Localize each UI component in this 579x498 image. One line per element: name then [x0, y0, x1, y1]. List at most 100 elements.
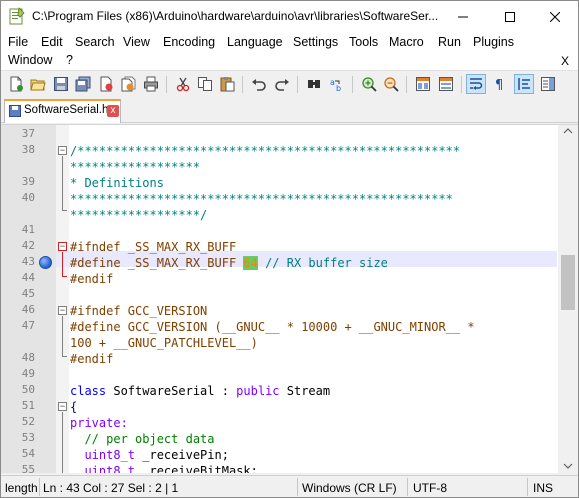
menu-help[interactable]: ?	[66, 53, 73, 67]
line-number: 38	[21, 143, 35, 156]
menu-window[interactable]: Window	[8, 53, 52, 67]
maximize-button[interactable]	[487, 1, 533, 32]
menu-language[interactable]: Language	[227, 35, 283, 49]
save-icon	[54, 77, 68, 91]
sync-horizontal-icon	[439, 77, 453, 91]
fold-toggle[interactable]: −	[58, 306, 67, 315]
scroll-up-arrow-icon[interactable]	[563, 128, 573, 134]
code-editor[interactable]: 37 38 39 40 41 42 43 44 45 46 47 48 49 5…	[1, 124, 578, 473]
sync-vertical-button[interactable]	[413, 74, 433, 94]
find-button[interactable]	[304, 74, 324, 94]
line-number: 45	[21, 287, 35, 300]
zoom-in-button[interactable]	[359, 74, 379, 94]
menu-plugins[interactable]: Plugins	[473, 35, 514, 49]
save-button[interactable]	[51, 74, 71, 94]
replace-button[interactable]: ab	[327, 74, 347, 94]
document-map-button[interactable]	[538, 74, 558, 94]
status-length: length	[5, 481, 38, 495]
line-number: 48	[21, 351, 35, 364]
new-file-icon	[10, 76, 23, 92]
notepadpp-app-icon	[9, 7, 25, 25]
close-file-button[interactable]	[96, 74, 116, 94]
status-encoding[interactable]: UTF-8	[413, 481, 447, 495]
close-icon	[550, 11, 560, 22]
paste-icon	[220, 77, 235, 92]
show-all-chars-icon: ¶	[495, 78, 503, 92]
menu-search[interactable]: Search	[75, 35, 115, 49]
sync-horizontal-button[interactable]	[436, 74, 456, 94]
cut-icon	[176, 77, 190, 92]
code-line: uint8_t _receivePin;	[70, 448, 229, 462]
close-window-button[interactable]	[532, 1, 578, 32]
code-line: ******************	[70, 160, 201, 174]
line-number: 47	[21, 319, 35, 332]
line-number: 46	[21, 303, 35, 316]
new-file-button[interactable]	[6, 74, 26, 94]
show-all-chars-button[interactable]: ¶	[490, 74, 510, 94]
scroll-down-arrow-icon[interactable]	[563, 463, 573, 469]
menu-edit[interactable]: Edit	[41, 35, 63, 49]
zoom-out-icon	[384, 77, 399, 92]
code-line: #endif	[70, 352, 114, 366]
code-line: #endif	[70, 272, 114, 286]
redo-icon	[275, 79, 289, 91]
status-insert-mode[interactable]: INS	[533, 481, 553, 495]
menu-file[interactable]: File	[8, 35, 28, 49]
notepadpp-window: C:\Program Files (x86)\Arduino\hardware\…	[0, 0, 579, 498]
code-line: 100 + __GNUC_PATCHLEVEL__)	[70, 336, 258, 350]
code-line: #define GCC_VERSION (__GNUC__ * 10000 + …	[70, 320, 475, 334]
menu-bar: File Edit Search View Encoding Language …	[1, 32, 578, 70]
save-all-button[interactable]	[73, 74, 93, 94]
fold-toggle[interactable]: −	[58, 146, 67, 155]
line-number: 43	[21, 255, 35, 268]
status-position[interactable]: Ln : 43 Col : 27 Sel : 2 | 1	[43, 481, 178, 495]
code-line: #ifndef GCC_VERSION	[70, 304, 208, 318]
undo-icon	[252, 79, 266, 91]
vertical-scrollbar[interactable]	[558, 125, 578, 473]
menu-settings[interactable]: Settings	[293, 35, 338, 49]
bookmark-marker-icon[interactable]	[39, 256, 52, 269]
word-wrap-button[interactable]	[466, 74, 486, 94]
close-document-button[interactable]: X	[561, 54, 569, 68]
tab-close-button[interactable]: x	[107, 105, 119, 117]
redo-button[interactable]	[272, 74, 292, 94]
word-wrap-icon	[470, 78, 483, 90]
code-line: uint8_t _receiveBitMask;	[70, 464, 258, 473]
title-bar[interactable]: C:\Program Files (x86)\Arduino\hardware\…	[1, 1, 578, 32]
code-line: /***************************************…	[70, 144, 461, 158]
menu-macro[interactable]: Macro	[389, 35, 424, 49]
minimize-button[interactable]	[440, 1, 486, 32]
open-file-button[interactable]	[28, 74, 48, 94]
menu-tools[interactable]: Tools	[349, 35, 378, 49]
line-number: 37	[21, 127, 35, 140]
menu-run[interactable]: Run	[438, 35, 461, 49]
close-all-button[interactable]	[118, 74, 138, 94]
print-button[interactable]	[141, 74, 161, 94]
line-number: 52	[21, 415, 35, 428]
scrollbar-thumb[interactable]	[561, 255, 575, 310]
fold-toggle[interactable]: −	[58, 402, 67, 411]
line-number: 39	[21, 175, 35, 188]
find-icon	[308, 80, 320, 88]
paste-button[interactable]	[217, 74, 237, 94]
line-number: 51	[21, 399, 35, 412]
toolbar: ab ¶	[1, 70, 578, 97]
sync-vertical-icon	[416, 77, 430, 91]
tab-softwareserial-h[interactable]: SoftwareSerial.h x	[4, 99, 121, 123]
fold-toggle[interactable]: −	[58, 242, 67, 251]
maximize-icon	[505, 11, 515, 22]
zoom-out-button[interactable]	[381, 74, 401, 94]
undo-button[interactable]	[249, 74, 269, 94]
cut-button[interactable]	[173, 74, 193, 94]
line-number: 41	[21, 223, 35, 236]
status-eol[interactable]: Windows (CR LF)	[302, 481, 397, 495]
code-line: class SoftwareSerial : public Stream	[70, 384, 331, 398]
menu-encoding[interactable]: Encoding	[163, 35, 215, 49]
code-line: ******************/	[70, 208, 208, 222]
indent-guide-button[interactable]	[514, 74, 534, 94]
file-saved-icon	[9, 105, 21, 117]
menu-view[interactable]: View	[123, 35, 150, 49]
line-number: 42	[21, 239, 35, 252]
status-bar: length Ln : 43 Col : 27 Sel : 2 | 1 Wind…	[1, 475, 578, 497]
copy-button[interactable]	[195, 74, 215, 94]
